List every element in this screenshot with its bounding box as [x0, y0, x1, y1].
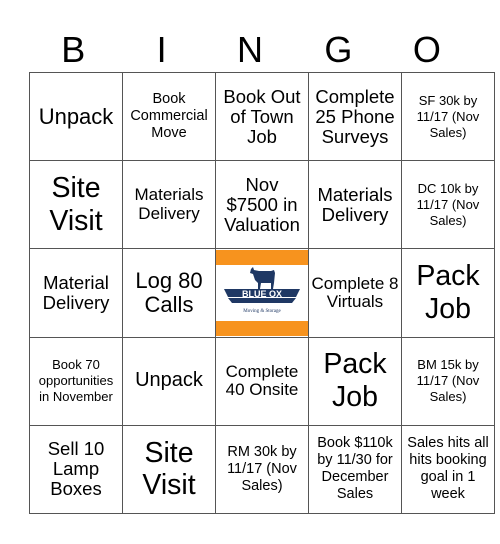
bingo-cell-text: Log 80 Calls [135, 268, 203, 317]
bingo-cell[interactable]: Book Commercial Move [122, 71, 216, 162]
bingo-cell[interactable]: Sell 10 Lamp Boxes [29, 424, 123, 515]
bingo-cell-text: Pack Job [416, 260, 480, 325]
bingo-cell-text: Book 70 opportunities in November [38, 357, 114, 405]
bingo-cell-text: Complete 8 Virtuals [311, 273, 399, 311]
header-letter-b: B [61, 29, 86, 70]
bingo-cell-text: Book Commercial Move [130, 90, 208, 142]
bingo-cell-text: Sell 10 Lamp Boxes [47, 438, 105, 500]
bingo-cell[interactable]: BM 15k by 11/17 (Nov Sales) [401, 336, 495, 426]
ox-icon: BLUE OX Moving & Storage [224, 266, 300, 314]
bingo-cell-text: Materials Delivery [317, 183, 393, 225]
bingo-cell[interactable]: Unpack [122, 336, 216, 426]
bingo-cell[interactable]: Sales hits all hits booking goal in 1 we… [401, 424, 495, 515]
bingo-cell[interactable]: Complete 8 Virtuals [308, 248, 402, 338]
bingo-cell[interactable]: Book $110k by 11/30 for December Sales [308, 424, 402, 515]
board-row: Unpack Book Commercial Move Book Out of To… [29, 71, 495, 162]
bingo-cell[interactable]: SF 30k by 11/17 (Nov Sales) [401, 71, 495, 162]
board-row: Sell 10 Lamp Boxes Site Visit RM 30k by 11… [29, 424, 495, 515]
bingo-cell-text: Site Visit [49, 172, 103, 237]
bingo-cell-text: Book Out of Town Job [223, 85, 301, 147]
header-letter-g: G [324, 29, 353, 70]
bingo-cell-text: Unpack [135, 369, 203, 392]
bingo-cell[interactable]: Unpack [29, 71, 123, 162]
logo-orange-band-bottom [216, 321, 308, 336]
bingo-cell[interactable]: Pack Job [401, 248, 495, 338]
board-row: Material Delivery Log 80 Calls BLUE OX Mo… [29, 248, 495, 338]
bingo-cell[interactable]: Complete 25 Phone Surveys [308, 71, 402, 162]
free-space-logo[interactable]: BLUE OX Moving & Storage [215, 248, 309, 338]
header-letter-n: N [237, 29, 264, 70]
bingo-board: Unpack Book Commercial Move Book Out of To… [29, 71, 495, 515]
bingo-cell[interactable]: Book Out of Town Job [215, 71, 309, 162]
bingo-cell[interactable]: Site Visit [122, 424, 216, 515]
bingo-cell[interactable]: Log 80 Calls [122, 248, 216, 338]
logo-tagline-text: Moving & Storage [243, 309, 281, 314]
logo-brand-text: BLUE OX [242, 289, 282, 299]
bingo-cell-text: Unpack [38, 103, 114, 129]
bingo-cell-text: Material Delivery [42, 272, 110, 313]
bingo-cell[interactable]: Materials Delivery [308, 160, 402, 250]
bingo-cell[interactable]: DC 10k by 11/17 (Nov Sales) [401, 160, 495, 250]
logo-orange-band-top [216, 249, 308, 265]
bingo-cell[interactable]: Book 70 opportunities in November [29, 336, 123, 426]
bingo-cell[interactable]: Site Visit [29, 160, 123, 250]
board-row: Book 70 opportunities in November Unpack C… [29, 336, 495, 426]
bingo-header: B I N G O [29, 28, 471, 72]
bingo-cell[interactable]: RM 30k by 11/17 (Nov Sales) [215, 424, 309, 515]
bingo-cell-text: Materials Delivery [134, 185, 204, 223]
bingo-cell[interactable]: Materials Delivery [122, 160, 216, 250]
bingo-cell-text: Site Visit [142, 436, 196, 502]
bingo-cell-text: DC 10k by 11/17 (Nov Sales) [416, 180, 480, 228]
bingo-cell[interactable]: Nov $7500 in Valuation [215, 160, 309, 250]
bingo-cell[interactable]: Material Delivery [29, 248, 123, 338]
bingo-cell-text: Book $110k by 11/30 for December Sales [317, 435, 393, 503]
bingo-cell-text: Nov $7500 in Valuation [224, 173, 300, 235]
bingo-cell[interactable]: Pack Job [308, 336, 402, 426]
bingo-cell-text: Complete 40 Onsite [225, 361, 299, 400]
bingo-cell-text: BM 15k by 11/17 (Nov Sales) [416, 357, 480, 405]
bingo-cell-text: Pack Job [323, 348, 387, 414]
bingo-cell-text: Complete 25 Phone Surveys [315, 85, 395, 147]
logo-body: BLUE OX Moving & Storage [216, 264, 308, 322]
header-letter-i: I [156, 29, 167, 70]
bingo-cell-text: RM 30k by 11/17 (Nov Sales) [227, 443, 297, 494]
blue-ox-logo: BLUE OX Moving & Storage [216, 249, 308, 336]
header-letter-o: O [412, 29, 441, 70]
bingo-cell-text: Sales hits all hits booking goal in 1 we… [407, 435, 489, 503]
bingo-cell[interactable]: Complete 40 Onsite [215, 336, 309, 426]
bingo-cell-text: SF 30k by 11/17 (Nov Sales) [416, 92, 480, 140]
board-row: Site Visit Materials Delivery Nov $7500 in… [29, 160, 495, 250]
